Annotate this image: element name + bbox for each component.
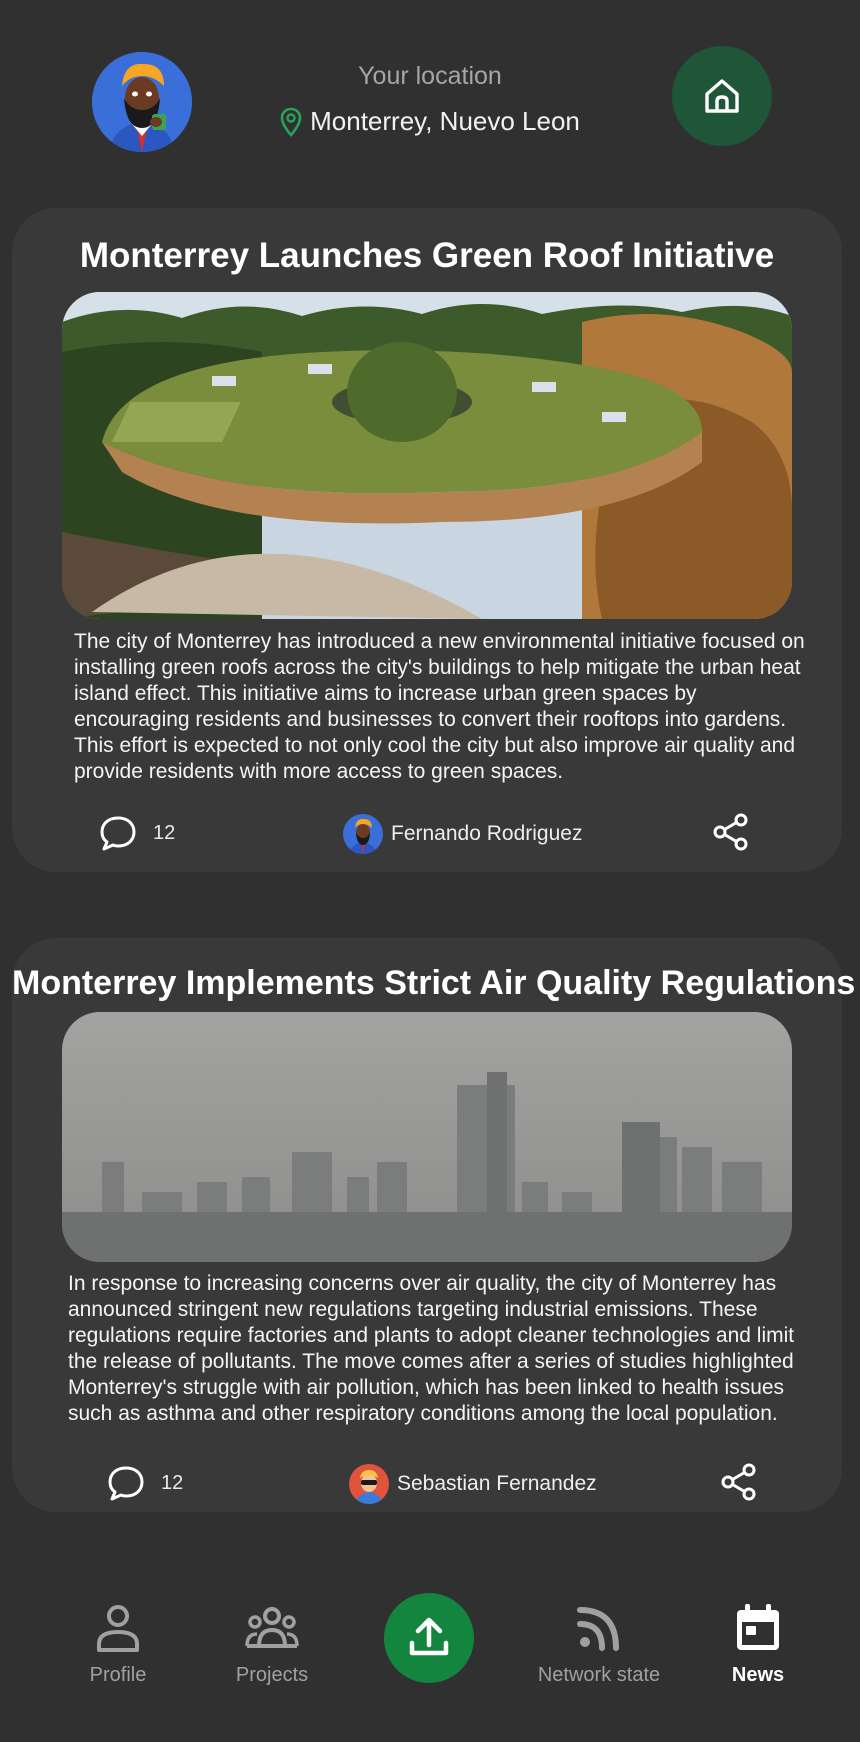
upload-icon [409,1617,449,1656]
nav-news[interactable]: News [683,1602,833,1687]
person-icon [97,1605,139,1652]
nav-profile-label: Profile [89,1664,147,1686]
news-footer: 12 Fernando Rodriguez [12,812,842,856]
nav-network-label: Network state [537,1664,661,1686]
rss-icon [577,1607,619,1651]
comment-icon[interactable] [106,1464,146,1502]
comment-icon[interactable] [98,814,138,852]
upload-button[interactable] [384,1593,474,1683]
news-screen: Your location Monterrey, Nuevo Leon Mont… [0,0,860,1742]
author[interactable]: Sebastian Fernandez [349,1462,597,1506]
group-icon [245,1607,299,1648]
news-title: Monterrey Implements Strict Air Quality … [12,964,856,1002]
news-body: In response to increasing concerns over … [68,1272,795,1425]
bottom-nav: Profile Projects Network state News [0,1570,860,1742]
nav-news-label: News [731,1664,785,1686]
nav-projects-label: Projects [235,1664,309,1686]
author-name: Sebastian Fernandez [397,1472,597,1495]
author[interactable]: Fernando Rodriguez [343,812,582,856]
share-icon[interactable] [712,812,750,852]
comment-count: 12 [153,822,176,844]
news-body: The city of Monterrey has introduced a n… [74,630,805,783]
nav-profile[interactable]: Profile [43,1602,193,1687]
home-button[interactable] [672,46,772,146]
nav-network-state[interactable]: Network state [524,1602,674,1687]
location-value: Monterrey, Nuevo Leon [310,106,580,136]
author-name: Fernando Rodriguez [391,822,583,845]
author-avatar [343,814,383,854]
nav-projects[interactable]: Projects [197,1602,347,1687]
share-icon[interactable] [720,1462,758,1502]
smoggy-skyline-photo [62,1012,792,1262]
home-icon [705,79,739,113]
calendar-icon [737,1604,779,1650]
news-footer: 12 Sebastian Fernandez [12,1462,842,1506]
comment-count: 12 [161,1472,184,1494]
location-pin-icon [280,107,302,137]
news-title: Monterrey Launches Green Roof Initiative [79,236,775,275]
news-card[interactable]: Monterrey Launches Green Roof Initiative [12,208,842,872]
header: Your location Monterrey, Nuevo Leon [0,0,860,200]
author-avatar [349,1464,389,1504]
news-card[interactable]: Monterrey Implements Strict Air Quality … [12,938,856,1512]
green-roof-photo [62,292,792,619]
